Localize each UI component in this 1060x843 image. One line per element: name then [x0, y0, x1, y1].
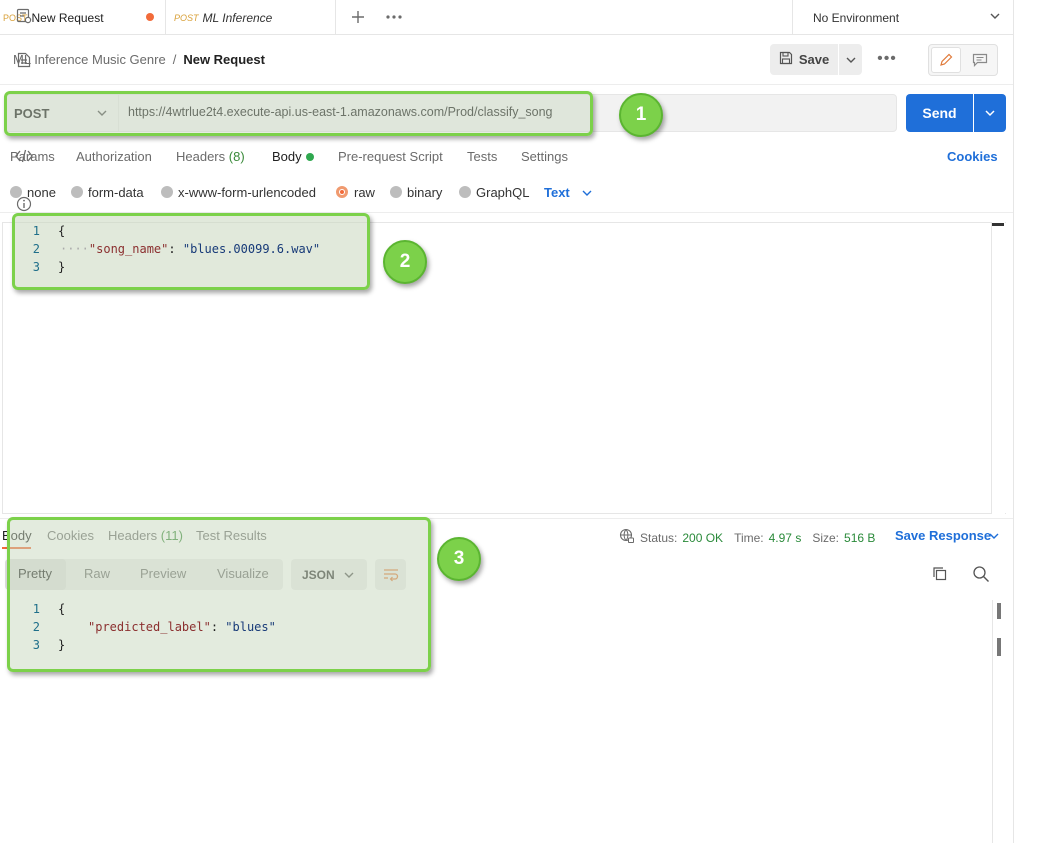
code-line: "predicted_label": "blues"	[88, 620, 276, 634]
line-number: 3	[32, 260, 40, 274]
status-label: Status:	[640, 530, 678, 545]
line-number: 2	[32, 620, 40, 634]
json-value: "blues"	[225, 620, 276, 634]
code-close-brace: }	[58, 638, 66, 652]
cookies-link[interactable]: Cookies	[947, 149, 998, 164]
response-scrollbar-track	[992, 600, 993, 843]
code-line: ····"song_name": "blues.00099.6.wav"	[60, 242, 320, 256]
chevron-down-icon[interactable]	[988, 530, 1000, 545]
edit-mode-button[interactable]	[931, 47, 961, 73]
json-colon: :	[210, 620, 226, 634]
json-key: "song_name"	[88, 242, 169, 256]
line-number: 1	[32, 224, 40, 238]
environment-quick-look-icon[interactable]	[13, 5, 35, 27]
save-button[interactable]: Save	[770, 44, 838, 75]
annotation-badge-2: 2	[383, 240, 427, 284]
code-open-brace: {	[58, 224, 66, 238]
line-number: 2	[32, 242, 40, 256]
radio-none-label[interactable]: none	[27, 185, 56, 200]
send-options-button[interactable]	[974, 94, 1006, 132]
editor-scrollbar[interactable]	[991, 222, 1005, 514]
json-colon: :	[168, 242, 183, 256]
code-close-brace: }	[58, 260, 66, 274]
response-meta: Status: 200 OK Time: 4.97 s Size: 516 B	[619, 528, 875, 547]
json-key: "predicted_label"	[88, 620, 211, 634]
chevron-down-icon	[581, 187, 593, 202]
json-value: "blues.00099.6.wav"	[182, 242, 321, 256]
radio-urlencoded-label[interactable]: x-www-form-urlencoded	[178, 185, 316, 200]
body-active-dot-icon	[306, 153, 314, 161]
environment-selector[interactable]: No Environment	[792, 0, 1013, 35]
radio-form-data[interactable]	[71, 186, 83, 198]
tab-ml-inference[interactable]: POST ML Inference	[166, 0, 336, 35]
globe-icon[interactable]	[619, 528, 635, 547]
chevron-down-icon	[989, 10, 1001, 25]
radio-graphql[interactable]	[459, 186, 471, 198]
comment-icon	[972, 53, 988, 67]
breadcrumb-request[interactable]: New Request	[183, 52, 265, 67]
tab-tests[interactable]: Tests	[467, 149, 497, 164]
breadcrumb-collection[interactable]: ML Inference Music Genre	[13, 52, 166, 67]
breadcrumb: ML Inference Music Genre / New Request	[13, 52, 265, 67]
unsaved-dot-icon	[146, 13, 154, 21]
editor-scroll-thumb[interactable]	[992, 223, 1004, 226]
line-number: 3	[32, 638, 40, 652]
chevron-down-icon	[985, 110, 995, 117]
tab-title: New Request	[31, 10, 104, 25]
save-response-button[interactable]: Save Response	[895, 528, 991, 543]
right-sidebar	[1013, 0, 1060, 843]
code-open-brace: {	[58, 602, 66, 616]
tab-authorization[interactable]: Authorization	[76, 149, 152, 164]
environment-label: No Environment	[813, 10, 900, 25]
annotation-badge-1: 1	[619, 93, 663, 137]
pencil-icon	[940, 53, 953, 66]
tab-pre-request-script[interactable]: Pre-request Script	[338, 149, 443, 164]
tab-body[interactable]: Body	[272, 149, 302, 164]
radio-graphql-label[interactable]: GraphQL	[476, 185, 529, 200]
save-icon	[779, 51, 793, 68]
line-number: 1	[32, 602, 40, 616]
radio-urlencoded[interactable]	[161, 186, 173, 198]
highlight-box-url	[4, 91, 593, 136]
radio-binary-label[interactable]: binary	[407, 185, 442, 200]
status-value[interactable]: 200 OK	[682, 531, 723, 545]
indent-dots: ····	[60, 242, 89, 256]
breadcrumb-separator: /	[172, 52, 177, 67]
annotation-badge-3: 3	[437, 537, 481, 581]
response-scroll-marker[interactable]	[997, 638, 1001, 656]
tab-settings[interactable]: Settings	[521, 149, 568, 164]
size-value[interactable]: 516 B	[844, 531, 875, 545]
tab-overflow-icon[interactable]	[383, 6, 405, 28]
comment-mode-button[interactable]	[966, 47, 994, 73]
add-tab-icon[interactable]	[347, 6, 369, 28]
send-button[interactable]: Send	[906, 94, 973, 132]
radio-form-data-label[interactable]: form-data	[88, 185, 144, 200]
tab-headers[interactable]: Headers (8)	[176, 149, 245, 164]
time-value[interactable]: 4.97 s	[769, 531, 802, 545]
tab-method: POST	[174, 12, 199, 23]
response-scroll-marker[interactable]	[997, 603, 1001, 619]
tab-params[interactable]: Params	[10, 149, 55, 164]
divider	[0, 84, 1013, 85]
save-label: Save	[798, 52, 830, 67]
copy-icon[interactable]	[932, 566, 948, 585]
more-actions-button[interactable]: •••	[876, 50, 898, 70]
headers-count: (8)	[228, 149, 245, 164]
highlight-box-response	[7, 517, 431, 672]
radio-none[interactable]	[10, 186, 22, 198]
tab-headers-label: Headers	[176, 149, 226, 164]
radio-raw-label[interactable]: raw	[354, 185, 375, 200]
search-icon[interactable]	[972, 565, 990, 586]
radio-raw[interactable]	[336, 186, 348, 198]
body-format-selector[interactable]: Text	[544, 185, 570, 200]
save-options-button[interactable]	[839, 44, 862, 75]
chevron-down-icon	[846, 57, 855, 63]
radio-binary[interactable]	[390, 186, 402, 198]
time-label: Time:	[734, 530, 764, 545]
tab-title: ML Inference	[202, 10, 273, 25]
size-label: Size:	[812, 530, 840, 545]
